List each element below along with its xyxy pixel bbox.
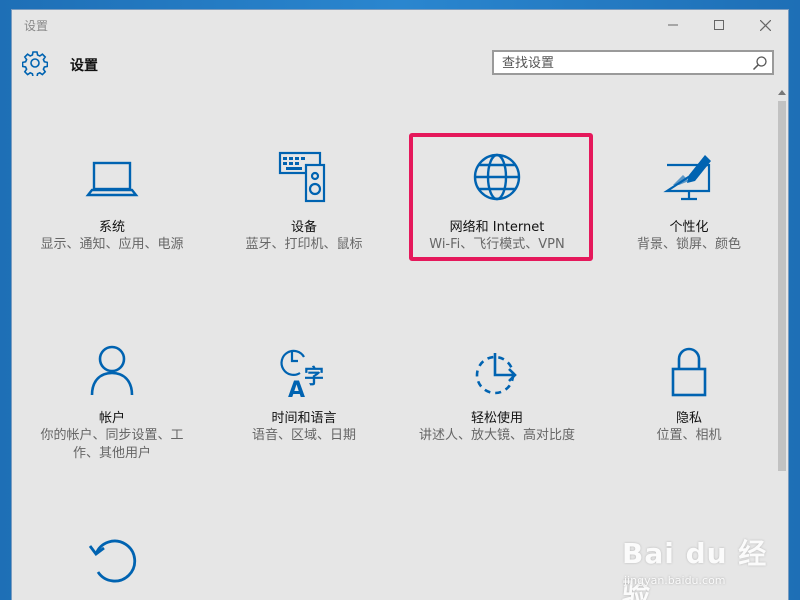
search-icon[interactable]	[752, 55, 768, 71]
tile-title: 隐私	[675, 411, 702, 426]
tile-time-language[interactable]: A 字 时间和语言 语音、区域、日期	[224, 345, 384, 465]
chevron-up-icon	[778, 90, 786, 95]
tile-title: 轻松使用	[470, 411, 523, 426]
title-bar: 设置	[12, 10, 788, 40]
maximize-button[interactable]	[696, 10, 742, 40]
tile-description: 背景、锁屏、颜色	[636, 237, 741, 252]
close-button[interactable]	[742, 10, 788, 40]
tile-update-security[interactable]	[32, 532, 192, 600]
time-language-icon: A 字	[280, 349, 324, 401]
tile-title: 设备	[290, 220, 317, 235]
devices-icon	[278, 151, 326, 203]
ease-of-access-icon	[475, 353, 517, 395]
minimize-icon	[668, 24, 678, 26]
minimize-button[interactable]	[650, 10, 696, 40]
scroll-thumb[interactable]	[778, 101, 786, 471]
settings-window: 设置 设置 查找设置 系统 显示、通知、应用、电源 设备 蓝牙、打印机、鼠标 网…	[12, 10, 788, 600]
tile-description: 你的帐户、同步设置、工作、其他用户	[40, 428, 184, 461]
close-icon	[759, 19, 771, 31]
tile-accounts[interactable]: 帐户 你的帐户、同步设置、工作、其他用户	[32, 345, 192, 465]
tile-description: 位置、相机	[656, 428, 722, 443]
page-title: 设置	[70, 58, 98, 74]
update-icon	[88, 539, 137, 583]
search-box[interactable]	[492, 50, 774, 75]
person-icon	[90, 345, 134, 396]
personalization-icon	[663, 155, 711, 201]
tile-title: 个性化	[669, 220, 709, 235]
highlight-box	[409, 133, 593, 261]
svg-text:字: 字	[304, 364, 324, 388]
lock-icon	[671, 347, 707, 397]
tile-privacy[interactable]: 隐私 位置、相机	[609, 345, 769, 465]
gear-icon	[22, 51, 48, 76]
tile-title: 时间和语言	[271, 411, 337, 426]
watermark-url: jingyan.baidu.com	[624, 574, 726, 587]
tile-description: 讲述人、放大镜、高对比度	[418, 428, 575, 443]
tile-title: 帐户	[98, 411, 125, 426]
tile-personalization[interactable]: 个性化 背景、锁屏、颜色	[609, 155, 769, 265]
tile-description: 显示、通知、应用、电源	[40, 237, 184, 252]
watermark-brand: Bai du 经验	[622, 537, 768, 600]
tile-title: 系统	[98, 220, 125, 235]
watermark: Bai du 经验 jingyan.baidu.com	[612, 520, 782, 600]
maximize-icon	[714, 20, 724, 30]
scroll-up-button[interactable]	[776, 85, 788, 99]
tile-ease-of-access[interactable]: 轻松使用 讲述人、放大镜、高对比度	[417, 345, 577, 465]
tile-devices[interactable]: 设备 蓝牙、打印机、鼠标	[224, 151, 384, 265]
tile-system[interactable]: 系统 显示、通知、应用、电源	[32, 155, 192, 265]
tile-description: 蓝牙、打印机、鼠标	[245, 237, 363, 252]
svg-text:A: A	[288, 378, 305, 401]
window-title: 设置	[24, 19, 49, 33]
laptop-icon	[85, 161, 139, 197]
search-input[interactable]	[502, 54, 742, 72]
tile-description: 语音、区域、日期	[251, 428, 356, 443]
